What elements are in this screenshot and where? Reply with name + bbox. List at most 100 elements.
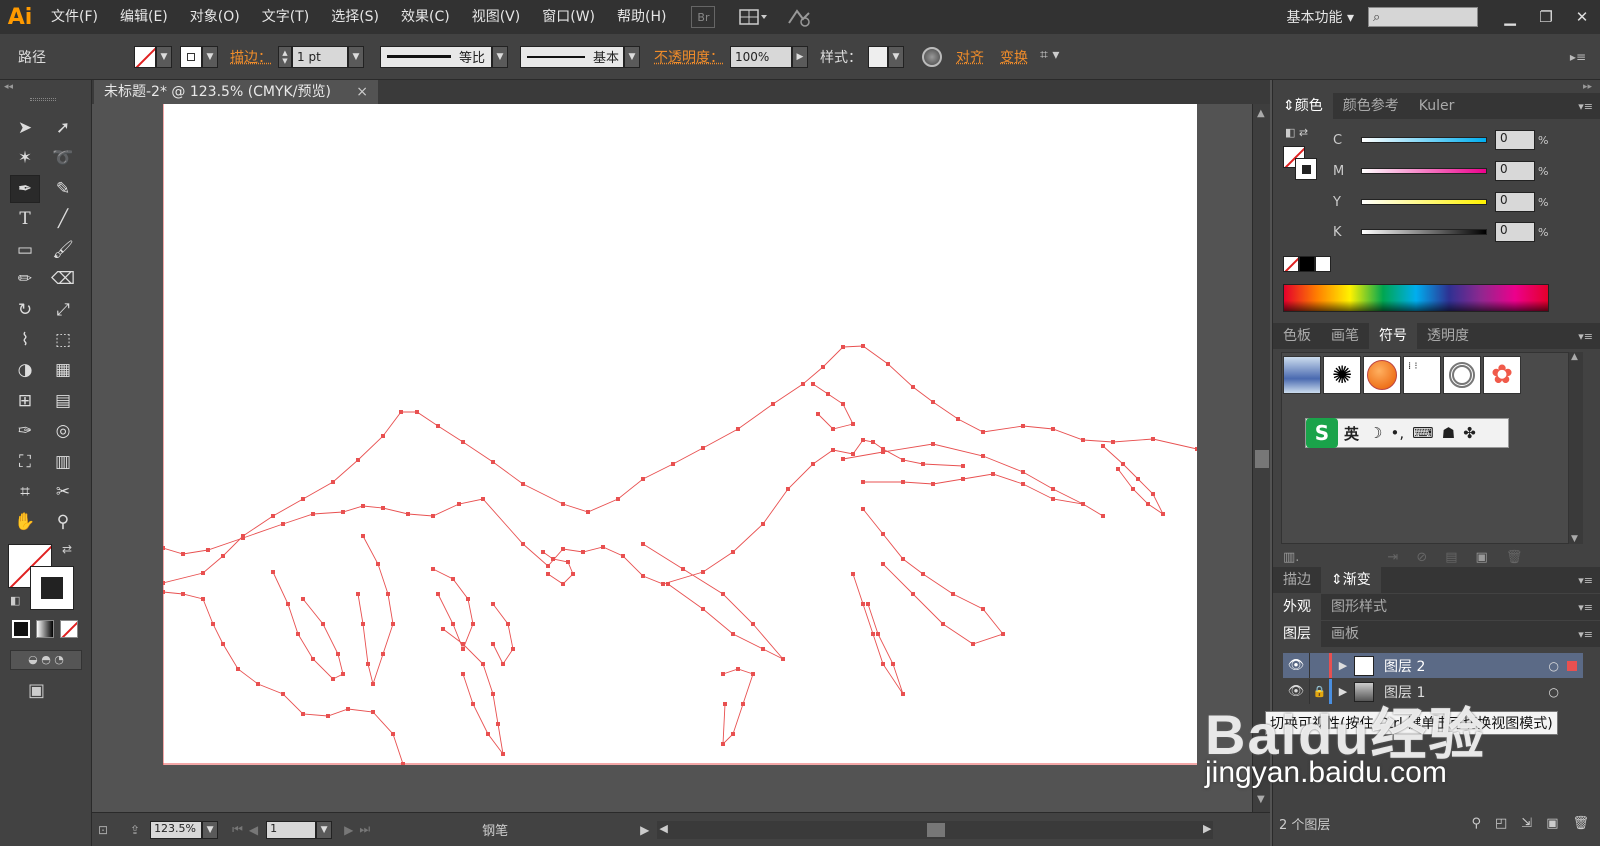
stroke-weight-stepper[interactable]: ▲ ▼ 1 pt ▼: [278, 46, 364, 68]
anchor-point[interactable]: [381, 434, 385, 438]
anchor-point[interactable]: [441, 627, 445, 631]
anchor-point[interactable]: [201, 597, 205, 601]
anchor-point[interactable]: [601, 545, 605, 549]
menu-window[interactable]: 窗口(W): [531, 0, 606, 34]
anchor-point[interactable]: [731, 550, 735, 554]
anchor-point[interactable]: [301, 712, 305, 716]
last-artboard-icon[interactable]: ⏭: [359, 822, 370, 837]
anchor-point[interactable]: [521, 482, 525, 486]
anchor-point[interactable]: [586, 510, 590, 514]
anchor-point[interactable]: [1051, 497, 1055, 501]
anchor-point[interactable]: [561, 582, 565, 586]
anchor-point[interactable]: [866, 602, 870, 606]
anchor-point[interactable]: [701, 446, 705, 450]
anchor-point[interactable]: [256, 682, 260, 686]
workspace-switcher[interactable]: 基本功能 ▾: [1287, 7, 1354, 27]
bridge-button[interactable]: Br: [691, 6, 715, 28]
delete-layer-icon[interactable]: 🗑: [1572, 816, 1589, 831]
anchor-point[interactable]: [236, 667, 240, 671]
anchor-point[interactable]: [206, 548, 210, 552]
stroke-dropdown[interactable]: ▼: [180, 46, 218, 68]
anchor-point[interactable]: [991, 472, 995, 476]
anchor-point[interactable]: [961, 464, 965, 468]
anchor-point[interactable]: [751, 622, 755, 626]
zoom-arrow[interactable]: ▼: [202, 821, 218, 839]
graphic-style-arrow[interactable]: ▼: [888, 46, 904, 68]
anchor-point[interactable]: [346, 707, 350, 711]
profile-arrow[interactable]: ▼: [492, 46, 508, 68]
symbols-scrollbar[interactable]: ▲ ▼: [1569, 352, 1583, 544]
paintbrush-tool-icon[interactable]: 🖌: [48, 236, 78, 264]
anchor-point[interactable]: [511, 647, 515, 651]
anchor-point[interactable]: [723, 702, 727, 706]
first-artboard-icon[interactable]: ⏮: [232, 822, 243, 837]
anchor-point[interactable]: [241, 536, 245, 540]
shape-builder-tool-icon[interactable]: ◑: [10, 356, 40, 384]
recolor-artwork-icon[interactable]: [922, 47, 942, 67]
anchor-point[interactable]: [1081, 502, 1085, 506]
document-close-icon[interactable]: ×: [356, 80, 368, 104]
anchor-point[interactable]: [641, 574, 645, 578]
anchor-point[interactable]: [666, 582, 670, 586]
artboard[interactable]: [163, 104, 1197, 765]
anchor-point[interactable]: [956, 417, 960, 421]
slice-tool-icon[interactable]: ✂: [48, 478, 78, 506]
anchor-point[interactable]: [861, 507, 865, 511]
anchor-point[interactable]: [741, 702, 745, 706]
symbol-flower[interactable]: ✿: [1483, 356, 1521, 394]
anchor-point[interactable]: [481, 662, 485, 666]
anchor-point[interactable]: [831, 448, 835, 452]
color-panel-menu-icon[interactable]: ▾≡: [1578, 100, 1593, 113]
artboard-arrow[interactable]: ▼: [316, 821, 332, 839]
anchor-point[interactable]: [561, 547, 565, 551]
brush-definition[interactable]: 基本 ▼: [520, 46, 640, 68]
anchor-point[interactable]: [486, 732, 490, 736]
pen-tool-icon[interactable]: ✒: [10, 175, 40, 203]
control-menu-icon[interactable]: ▸≡: [1570, 50, 1586, 64]
canvas-area[interactable]: [92, 104, 1252, 812]
anchor-point[interactable]: [506, 622, 510, 626]
anchor-point[interactable]: [561, 502, 565, 506]
anchor-point[interactable]: [701, 607, 705, 611]
menu-file[interactable]: 文件(F): [40, 0, 109, 34]
screen-mode-icon[interactable]: ▣: [28, 680, 45, 701]
color-spectrum[interactable]: [1283, 284, 1549, 312]
anchor-point[interactable]: [901, 480, 905, 484]
direct-selection-tool-icon[interactable]: ➚: [48, 114, 78, 142]
anchor-point[interactable]: [641, 477, 645, 481]
anchor-point[interactable]: [415, 410, 419, 414]
new-layer-icon[interactable]: ▣: [1546, 816, 1558, 831]
anchor-point[interactable]: [871, 632, 875, 636]
swatch-none[interactable]: [1283, 256, 1299, 272]
anchor-point[interactable]: [546, 572, 550, 576]
anchor-point[interactable]: [311, 657, 315, 661]
anchor-point[interactable]: [286, 602, 290, 606]
anchor-point[interactable]: [461, 642, 465, 646]
ime-toolbar[interactable]: S 英 ☽ •, ⌨ ☗ ✤: [1305, 418, 1509, 448]
scroll-left-icon[interactable]: ◀: [659, 822, 667, 835]
anchor-point[interactable]: [471, 702, 475, 706]
anchor-point[interactable]: [801, 382, 805, 386]
cyan-value[interactable]: 0: [1495, 130, 1535, 150]
transform-link[interactable]: 变换: [1000, 47, 1028, 67]
anchor-point[interactable]: [451, 577, 455, 581]
anchor-point[interactable]: [881, 562, 885, 566]
anchor-point[interactable]: [821, 365, 825, 369]
mesh-tool-icon[interactable]: ⊞: [10, 387, 40, 415]
stroke-weight-arrow[interactable]: ▼: [348, 46, 364, 68]
anchor-point[interactable]: [281, 692, 285, 696]
anchor-point[interactable]: [311, 512, 315, 516]
anchor-point[interactable]: [736, 427, 740, 431]
anchor-point[interactable]: [881, 450, 885, 454]
anchor-point[interactable]: [1161, 512, 1165, 516]
black-slider[interactable]: [1361, 229, 1487, 235]
anchor-point[interactable]: [466, 597, 470, 601]
anchor-point[interactable]: [361, 534, 365, 538]
rectangle-tool-icon[interactable]: ▭: [10, 236, 40, 264]
arrange-documents-icon[interactable]: [739, 7, 769, 27]
ime-moon-icon[interactable]: ☽: [1369, 424, 1382, 442]
anchor-point[interactable]: [201, 571, 205, 575]
tab-appearance[interactable]: 外观: [1273, 594, 1321, 620]
menu-edit[interactable]: 编辑(E): [109, 0, 179, 34]
anchor-point[interactable]: [661, 582, 665, 586]
